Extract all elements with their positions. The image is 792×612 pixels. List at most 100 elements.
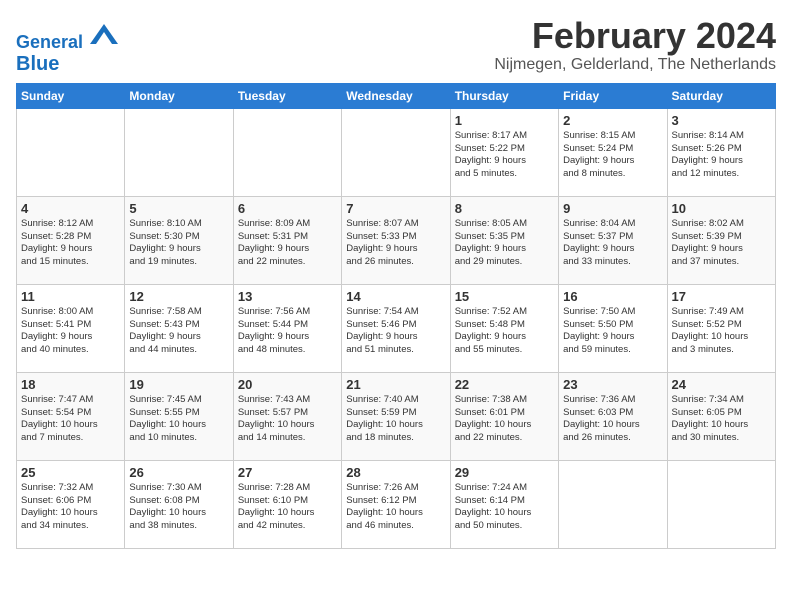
calendar-cell: 23Sunrise: 7:36 AM Sunset: 6:03 PM Dayli… [559,372,667,460]
day-number: 28 [346,465,445,480]
day-number: 21 [346,377,445,392]
header-day-sunday: Sunday [17,83,125,108]
day-info: Sunrise: 8:00 AM Sunset: 5:41 PM Dayligh… [21,306,120,357]
calendar-cell: 12Sunrise: 7:58 AM Sunset: 5:43 PM Dayli… [125,284,233,372]
day-number: 3 [672,113,771,128]
day-number: 27 [238,465,337,480]
week-row-3: 11 Sunrise: 8:00 AM Sunset: 5:41 PM Dayli… [17,284,776,372]
day-info: Sunrise: 8:05 AM Sunset: 5:35 PM Dayligh… [455,218,554,269]
day-info: Sunrise: 7:58 AM Sunset: 5:43 PM Dayligh… [129,306,228,357]
calendar-cell: 26 Sunrise: 7:30 AM Sunset: 6:08 PM Dayli… [125,460,233,548]
day-info: Sunrise: 7:36 AM Sunset: 6:03 PM Dayligh… [563,394,662,445]
day-info: Sunrise: 7:38 AM Sunset: 6:01 PM Dayligh… [455,394,554,445]
day-info: Sunrise: 8:09 AM Sunset: 5:31 PM Dayligh… [238,218,337,269]
calendar-cell: 5 Sunrise: 8:10 AM Sunset: 5:30 PM Daylig… [125,196,233,284]
calendar-cell: 20 Sunrise: 7:43 AM Sunset: 5:57 PM Dayli… [233,372,341,460]
calendar-cell [17,108,125,196]
calendar-cell: 1 Sunrise: 8:17 AM Sunset: 5:22 PM Daylig… [450,108,558,196]
header-day-thursday: Thursday [450,83,558,108]
day-number: 29 [455,465,554,480]
day-info: Sunrise: 7:54 AM Sunset: 5:46 PM Dayligh… [346,306,445,357]
calendar-cell: 4Sunrise: 8:12 AM Sunset: 5:28 PM Daylig… [17,196,125,284]
calendar-cell [342,108,450,196]
calendar-cell: 15 Sunrise: 7:52 AM Sunset: 5:48 PM Dayli… [450,284,558,372]
day-info: Sunrise: 7:45 AM Sunset: 5:55 PM Dayligh… [129,394,228,445]
day-info: Sunrise: 7:56 AM Sunset: 5:44 PM Dayligh… [238,306,337,357]
header-row: SundayMondayTuesdayWednesdayThursdayFrid… [17,83,776,108]
day-number: 26 [129,465,228,480]
day-number: 17 [672,289,771,304]
header-day-saturday: Saturday [667,83,775,108]
day-number: 14 [346,289,445,304]
day-info: Sunrise: 7:28 AM Sunset: 6:10 PM Dayligh… [238,482,337,533]
calendar-cell: 16Sunrise: 7:50 AM Sunset: 5:50 PM Dayli… [559,284,667,372]
day-info: Sunrise: 7:52 AM Sunset: 5:48 PM Dayligh… [455,306,554,357]
day-info: Sunrise: 7:40 AM Sunset: 5:59 PM Dayligh… [346,394,445,445]
day-number: 5 [129,201,228,216]
day-info: Sunrise: 8:15 AM Sunset: 5:24 PM Dayligh… [563,130,662,181]
day-info: Sunrise: 8:07 AM Sunset: 5:33 PM Dayligh… [346,218,445,269]
day-number: 20 [238,377,337,392]
day-number: 11 [21,289,120,304]
day-info: Sunrise: 8:14 AM Sunset: 5:26 PM Dayligh… [672,130,771,181]
calendar-cell: 24 Sunrise: 7:34 AM Sunset: 6:05 PM Dayli… [667,372,775,460]
header-day-monday: Monday [125,83,233,108]
calendar-cell [125,108,233,196]
calendar-cell: 21 Sunrise: 7:40 AM Sunset: 5:59 PM Dayli… [342,372,450,460]
calendar-cell: 10 Sunrise: 8:02 AM Sunset: 5:39 PM Dayli… [667,196,775,284]
calendar-cell: 27 Sunrise: 7:28 AM Sunset: 6:10 PM Dayli… [233,460,341,548]
calendar-cell: 18Sunrise: 7:47 AM Sunset: 5:54 PM Dayli… [17,372,125,460]
header-day-friday: Friday [559,83,667,108]
day-info: Sunrise: 7:34 AM Sunset: 6:05 PM Dayligh… [672,394,771,445]
header-day-wednesday: Wednesday [342,83,450,108]
day-number: 18 [21,377,120,392]
day-number: 24 [672,377,771,392]
logo-text: General [16,20,118,53]
day-info: Sunrise: 8:10 AM Sunset: 5:30 PM Dayligh… [129,218,228,269]
calendar-cell [667,460,775,548]
day-number: 22 [455,377,554,392]
logo-icon [90,20,118,48]
day-info: Sunrise: 7:30 AM Sunset: 6:08 PM Dayligh… [129,482,228,533]
logo-blue: Blue [16,53,118,75]
day-number: 25 [21,465,120,480]
day-number: 6 [238,201,337,216]
calendar-cell: 6 Sunrise: 8:09 AM Sunset: 5:31 PM Daylig… [233,196,341,284]
calendar-cell: 14 Sunrise: 7:54 AM Sunset: 5:46 PM Dayli… [342,284,450,372]
week-row-1: 1 Sunrise: 8:17 AM Sunset: 5:22 PM Daylig… [17,108,776,196]
header-day-tuesday: Tuesday [233,83,341,108]
calendar-cell: 19Sunrise: 7:45 AM Sunset: 5:55 PM Dayli… [125,372,233,460]
day-number: 4 [21,201,120,216]
logo: General Blue [16,20,118,75]
day-number: 7 [346,201,445,216]
calendar-cell: 25 Sunrise: 7:32 AM Sunset: 6:06 PM Dayli… [17,460,125,548]
page-header: General Blue February 2024 Nijmegen, Gel… [16,16,776,75]
day-number: 1 [455,113,554,128]
calendar-cell: 29Sunrise: 7:24 AM Sunset: 6:14 PM Dayli… [450,460,558,548]
calendar-cell: 22 Sunrise: 7:38 AM Sunset: 6:01 PM Dayli… [450,372,558,460]
day-info: Sunrise: 7:32 AM Sunset: 6:06 PM Dayligh… [21,482,120,533]
day-number: 2 [563,113,662,128]
day-number: 13 [238,289,337,304]
title-section: February 2024 Nijmegen, Gelderland, The … [494,16,776,74]
day-info: Sunrise: 7:26 AM Sunset: 6:12 PM Dayligh… [346,482,445,533]
calendar-cell: 8Sunrise: 8:05 AM Sunset: 5:35 PM Daylig… [450,196,558,284]
day-info: Sunrise: 7:49 AM Sunset: 5:52 PM Dayligh… [672,306,771,357]
calendar-cell: 11 Sunrise: 8:00 AM Sunset: 5:41 PM Dayli… [17,284,125,372]
calendar-cell [233,108,341,196]
calendar-cell [559,460,667,548]
calendar-body: 1 Sunrise: 8:17 AM Sunset: 5:22 PM Daylig… [17,108,776,548]
day-info: Sunrise: 7:43 AM Sunset: 5:57 PM Dayligh… [238,394,337,445]
day-info: Sunrise: 8:02 AM Sunset: 5:39 PM Dayligh… [672,218,771,269]
calendar-cell: 7 Sunrise: 8:07 AM Sunset: 5:33 PM Daylig… [342,196,450,284]
calendar-cell: 28 Sunrise: 7:26 AM Sunset: 6:12 PM Dayli… [342,460,450,548]
day-number: 10 [672,201,771,216]
calendar-cell: 9Sunrise: 8:04 AM Sunset: 5:37 PM Daylig… [559,196,667,284]
week-row-5: 25 Sunrise: 7:32 AM Sunset: 6:06 PM Dayli… [17,460,776,548]
logo-general: General [16,32,83,52]
day-number: 16 [563,289,662,304]
day-number: 9 [563,201,662,216]
day-info: Sunrise: 8:17 AM Sunset: 5:22 PM Dayligh… [455,130,554,181]
week-row-4: 18Sunrise: 7:47 AM Sunset: 5:54 PM Dayli… [17,372,776,460]
day-number: 15 [455,289,554,304]
